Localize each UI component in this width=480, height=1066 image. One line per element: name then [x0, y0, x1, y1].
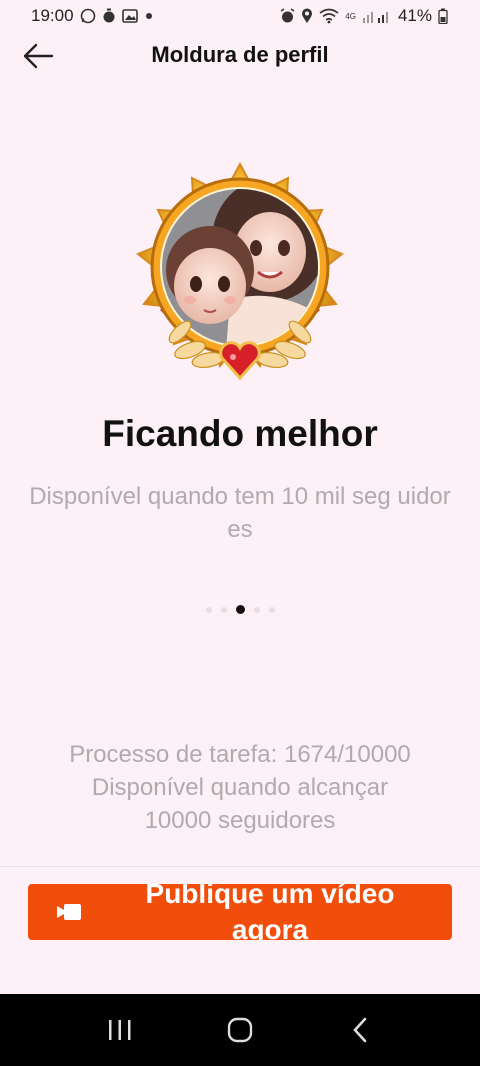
progress-requirement-text: Disponível quando alcançar — [91, 774, 389, 801]
battery-percent: 41% — [397, 6, 432, 25]
pagination-dots — [0, 605, 480, 614]
video-camera-icon — [57, 904, 81, 920]
status-left: 19:00 — [31, 6, 154, 26]
profile-frame-image — [130, 160, 350, 390]
status-time: 19:00 — [31, 6, 74, 25]
location-icon — [302, 8, 313, 23]
status-right: 4G 41% — [280, 6, 448, 26]
image-icon — [121, 9, 138, 23]
frame-illustration — [136, 161, 344, 381]
progress-count-text: Processo de tarefa: 1674/10000 — [69, 741, 411, 768]
pagination-dot[interactable] — [220, 606, 227, 613]
wifi-icon — [319, 8, 339, 24]
system-nav-bar — [0, 994, 480, 1066]
status-bar: 19:00 4G 41% — [0, 0, 480, 32]
header: Moldura de perfil — [0, 32, 480, 80]
divider — [0, 866, 480, 867]
task-progress: Processo de tarefa: 1674/10000 Disponíve… — [20, 738, 460, 837]
home-icon — [227, 1017, 253, 1043]
publish-video-button[interactable]: Publique um vídeo agora — [28, 884, 452, 940]
dot-icon — [145, 13, 152, 19]
frame-description: Disponível quando tem 10 mil seg uidores — [29, 483, 451, 543]
progress-target-text: 10000 seguidores — [144, 807, 336, 834]
network-label: 4G — [345, 11, 356, 21]
pagination-dot-active[interactable] — [235, 605, 245, 614]
back-icon — [353, 1017, 367, 1043]
publish-button-label: Publique um vídeo agora — [145, 884, 395, 940]
alarm-icon — [280, 8, 295, 23]
nav-back-button[interactable] — [330, 1000, 390, 1060]
signal-icon — [362, 12, 388, 23]
frame-name: Ficando melhor — [102, 413, 378, 454]
whatsapp-icon — [80, 8, 95, 24]
pagination-dot[interactable] — [205, 606, 212, 613]
nav-recents-button[interactable] — [90, 1000, 150, 1060]
battery-icon — [438, 8, 448, 24]
recents-icon — [109, 1020, 131, 1040]
timer-icon — [103, 8, 115, 23]
nav-home-button[interactable] — [210, 1000, 270, 1060]
page-title: Moldura de perfil — [151, 42, 329, 67]
pagination-dot[interactable] — [253, 606, 260, 613]
pagination-dot[interactable] — [268, 606, 275, 613]
